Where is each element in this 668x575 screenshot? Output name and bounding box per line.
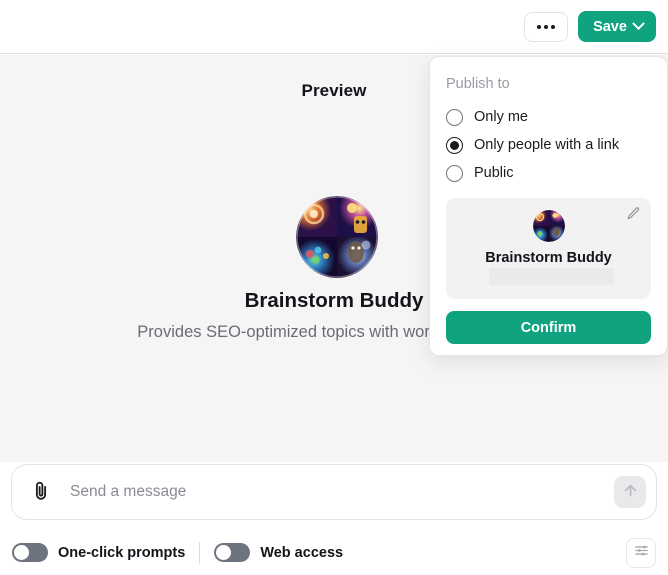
publish-dropdown: Publish to Only me Only people with a li…	[429, 56, 668, 356]
save-button[interactable]: Save	[578, 11, 656, 42]
send-button[interactable]	[614, 476, 646, 508]
toolbar-divider	[199, 541, 201, 564]
edit-button[interactable]	[623, 206, 643, 226]
arrow-up-icon	[622, 482, 639, 502]
toggle-one-click-prompts[interactable]: One-click prompts	[12, 543, 185, 562]
bot-preview-card: Brainstorm Buddy	[446, 198, 651, 299]
top-toolbar: Save	[0, 0, 668, 54]
toggle-switch-icon[interactable]	[12, 543, 48, 562]
publish-dropdown-title: Publish to	[446, 76, 510, 92]
chevron-down-icon	[632, 17, 645, 31]
radio-option-only-me-label: Only me	[474, 109, 528, 125]
radio-option-only-me[interactable]: Only me	[446, 103, 651, 131]
card-redacted-text	[489, 268, 614, 285]
radio-option-public-label: Public	[474, 165, 514, 181]
bottom-toolbar: One-click prompts Web access	[0, 530, 668, 575]
radio-button-icon[interactable]	[446, 136, 463, 154]
card-bot-avatar	[532, 210, 565, 242]
app-root: Save Preview Brainstorm Buddy Provides S…	[0, 0, 668, 575]
card-bot-name: Brainstorm Buddy	[485, 250, 612, 266]
toggle-web-access[interactable]: Web access	[214, 543, 343, 562]
bot-avatar	[296, 196, 378, 278]
bot-avatar-image	[532, 210, 565, 242]
message-composer	[11, 464, 657, 520]
settings-button[interactable]	[626, 537, 656, 568]
confirm-button[interactable]: Confirm	[446, 311, 651, 344]
message-input[interactable]	[70, 483, 614, 501]
save-button-label: Save	[593, 18, 627, 35]
radio-button-icon[interactable]	[446, 164, 463, 182]
paperclip-icon[interactable]	[30, 480, 52, 504]
bot-avatar-image	[296, 196, 378, 278]
ellipsis-horizontal-icon	[537, 24, 555, 29]
more-options-button[interactable]	[524, 11, 568, 42]
radio-option-only-people-with-a-link-label: Only people with a link	[474, 137, 620, 153]
radio-button-icon[interactable]	[446, 108, 463, 126]
radio-option-only-people-with-a-link[interactable]: Only people with a link	[446, 131, 651, 159]
sliders-icon	[633, 542, 650, 564]
toggle-one-click-prompts-label: One-click prompts	[58, 544, 186, 561]
pencil-icon	[626, 206, 641, 226]
radio-option-public[interactable]: Public	[446, 159, 651, 187]
toggle-switch-icon[interactable]	[214, 543, 251, 562]
toggle-web-access-label: Web access	[260, 544, 344, 561]
